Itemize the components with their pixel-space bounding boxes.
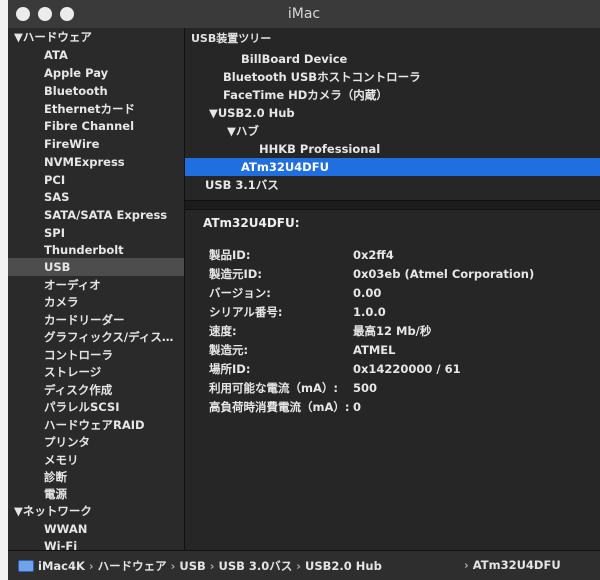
- system-information-window: iMac ▼ハードウェア ATA Apple Pay Bluetooth Eth…: [8, 0, 600, 580]
- detail-row: 製品ID: 0x2ff4: [209, 248, 394, 262]
- detail-row: 高負荷時消費電流（mA）: 0: [209, 400, 362, 414]
- imac-icon: [18, 560, 34, 572]
- sidebar-item[interactable]: WWAN: [8, 520, 184, 538]
- sidebar-item[interactable]: Apple Pay: [8, 64, 184, 82]
- sidebar-item[interactable]: PCI: [8, 171, 184, 189]
- sidebar-item[interactable]: NVMExpress: [8, 153, 184, 171]
- sidebar-item[interactable]: ストレージ: [8, 363, 184, 381]
- sidebar-item[interactable]: Ethernetカード: [8, 100, 184, 118]
- chevron-right-icon: ›: [88, 559, 94, 573]
- tree-row[interactable]: ▼ハブ: [185, 122, 600, 140]
- sidebar-item[interactable]: 診断: [8, 468, 184, 486]
- sidebar-item[interactable]: オーディオ: [8, 276, 184, 294]
- sidebar-item[interactable]: カードリーダー: [8, 311, 184, 329]
- sidebar-group-network[interactable]: ▼ネットワーク: [8, 502, 184, 520]
- sidebar-item[interactable]: グラフィックス/ディス…: [8, 328, 184, 346]
- tree-header: USB装置ツリー: [191, 32, 272, 45]
- sidebar-item[interactable]: ディスク作成: [8, 381, 184, 399]
- detail-row: 速度: 最高12 Mb/秒: [209, 324, 432, 338]
- sidebar-item[interactable]: SAS: [8, 188, 184, 206]
- breadcrumb: iMac4K › ハードウェア › USB › USB 3.0バス › USB2.0 Hub: [38, 558, 382, 574]
- sidebar-item[interactable]: パラレルSCSI: [8, 398, 184, 416]
- window-title: iMac: [287, 6, 321, 22]
- sidebar-item[interactable]: SPI: [8, 224, 184, 242]
- chevron-right-icon: ›: [296, 559, 302, 573]
- detail-row: バージョン: 0.00: [209, 286, 382, 300]
- sidebar-item[interactable]: カメラ: [8, 293, 184, 311]
- chevron-right-icon: ›: [170, 559, 176, 573]
- sidebar-item[interactable]: 電源: [8, 485, 184, 503]
- background-window: [0, 0, 8, 580]
- breadcrumb-item[interactable]: USB2.0 Hub: [305, 559, 382, 573]
- breadcrumb-item[interactable]: USB: [179, 559, 205, 573]
- tree-row-selected[interactable]: ATm32U4DFU: [185, 158, 600, 176]
- sidebar: ▼ハードウェア ATA Apple Pay Bluetooth Ethernet…: [8, 28, 185, 550]
- sidebar-item[interactable]: コントローラ: [8, 346, 184, 364]
- detail-row: 利用可能な電流（mA）: 500: [209, 381, 378, 395]
- sidebar-group-hardware[interactable]: ▼ハードウェア: [8, 28, 184, 46]
- tree-row[interactable]: FaceTime HDカメラ（内蔵）: [185, 86, 600, 104]
- sidebar-item-usb[interactable]: USB: [8, 258, 184, 276]
- tree-row[interactable]: BillBoard Device: [185, 50, 600, 68]
- sidebar-item[interactable]: ATA: [8, 46, 184, 64]
- sidebar-item[interactable]: SATA/SATA Express: [8, 206, 184, 224]
- tree-row[interactable]: USB 3.1バス: [185, 176, 600, 194]
- breadcrumb-item[interactable]: ハードウェア: [98, 559, 167, 573]
- tree-row[interactable]: HHKB Professional: [185, 140, 600, 158]
- detail-row: シリアル番号: 1.0.0: [209, 305, 386, 319]
- detail-row: 製造元ID: 0x03eb (Atmel Corporation): [209, 267, 535, 281]
- detail-row: 製造元: ATMEL: [209, 343, 396, 357]
- sidebar-item[interactable]: メモリ: [8, 451, 184, 469]
- breadcrumb-last[interactable]: › ATm32U4DFU: [460, 558, 561, 572]
- sidebar-item[interactable]: FireWire: [8, 135, 184, 153]
- sidebar-item[interactable]: Bluetooth: [8, 82, 184, 100]
- detail-title: ATm32U4DFU:: [203, 216, 300, 230]
- main-pane: USB装置ツリー BillBoard Device Bluetooth USBホ…: [185, 28, 600, 550]
- detail-row: 場所ID: 0x14220000 / 61: [209, 362, 461, 376]
- breadcrumb-item[interactable]: iMac4K: [38, 559, 85, 573]
- tree-row[interactable]: Bluetooth USBホストコントローラ: [185, 68, 600, 86]
- sidebar-item[interactable]: Thunderbolt: [8, 241, 184, 259]
- sidebar-item[interactable]: ハードウェアRAID: [8, 416, 184, 434]
- sidebar-item[interactable]: Wi-Fi: [8, 537, 184, 550]
- chevron-right-icon: ›: [209, 559, 215, 573]
- title-bar: iMac: [8, 0, 600, 29]
- path-bar: iMac4K › ハードウェア › USB › USB 3.0バス › USB2.0 Hub ›…: [8, 550, 600, 580]
- chevron-right-icon: ›: [464, 558, 469, 572]
- breadcrumb-item-current[interactable]: ATm32U4DFU: [473, 558, 561, 572]
- tree-row[interactable]: ▼USB2.0 Hub: [185, 104, 600, 122]
- breadcrumb-item[interactable]: USB 3.0バス: [219, 559, 293, 573]
- sidebar-item[interactable]: Fibre Channel: [8, 117, 184, 135]
- sidebar-item[interactable]: プリンタ: [8, 433, 184, 451]
- split-divider[interactable]: [185, 200, 600, 210]
